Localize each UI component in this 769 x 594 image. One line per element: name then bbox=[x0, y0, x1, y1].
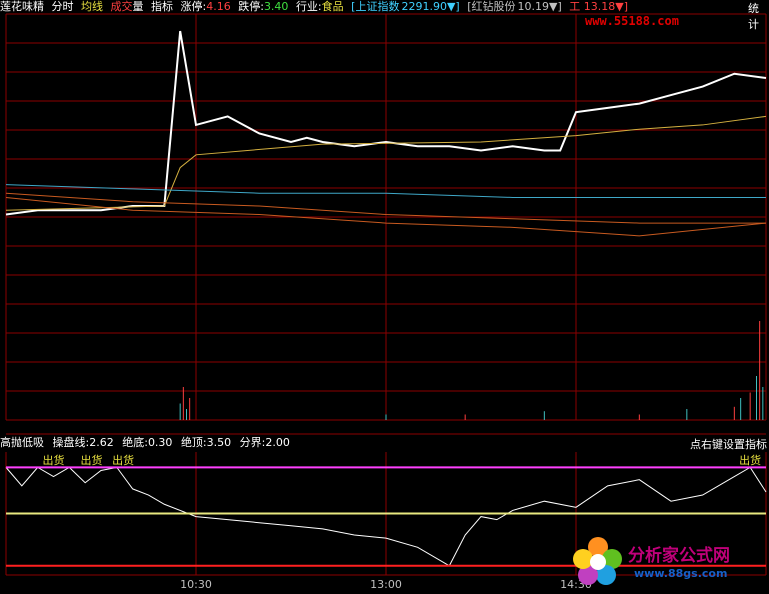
indicator-tab[interactable]: 指标 bbox=[151, 0, 173, 13]
limit-down-value: 3.40 bbox=[263, 0, 289, 13]
limit-up-value: 4.16 bbox=[206, 0, 231, 13]
volume-tab[interactable]: 成交量 bbox=[111, 0, 144, 13]
indicator-title[interactable]: 高抛低吸 bbox=[0, 436, 44, 449]
industry-label: 行业: bbox=[295, 0, 322, 13]
logo: 分析家公式网 www.88gs.com bbox=[568, 533, 769, 590]
chart-stage: 出货 出货 出货 出货 10:30 13:00 14:30 bbox=[0, 0, 769, 591]
limit-down-label: 跌停: bbox=[238, 0, 264, 13]
stats-button[interactable]: 统计 bbox=[748, 0, 769, 32]
limit-up-label: 涨停: bbox=[180, 0, 207, 13]
line4-value: 2.00 bbox=[265, 436, 290, 449]
industry-value[interactable]: 食品 bbox=[322, 0, 344, 13]
line1-value: 2.62 bbox=[89, 436, 114, 449]
line3-value: 3.50 bbox=[206, 436, 232, 449]
flower-icon bbox=[573, 537, 622, 585]
line3-label: 绝顶: bbox=[180, 436, 207, 449]
watermark-top: www.55188.com bbox=[585, 14, 679, 28]
right-click-tip: 点右键设置指标 bbox=[690, 438, 767, 451]
logo-url: www.88gs.com bbox=[634, 567, 728, 580]
avg-line-tab[interactable]: 均线 bbox=[81, 0, 103, 13]
indicator-header: 高抛低吸 操盘线:2.62 绝底:0.30 绝顶:3.50 分界:2.00 bbox=[0, 436, 769, 450]
volume-suffix: 量 bbox=[132, 0, 144, 13]
stock-name: 莲花味精 bbox=[0, 0, 44, 13]
peer-value: 10.19▼] bbox=[517, 0, 562, 13]
line4-label: 分界: bbox=[239, 436, 266, 449]
volume-prefix: 成交 bbox=[110, 0, 133, 13]
logo-text: 分析家公式网 bbox=[628, 546, 730, 566]
sell-annotation: 出货 bbox=[81, 453, 103, 467]
chart-svg: 出货 出货 出货 出货10:30 13:00 14:30 bbox=[5, 13, 767, 591]
peer-name[interactable]: [红钻股份 bbox=[467, 0, 515, 13]
time-label: 10:30 bbox=[180, 578, 212, 590]
peer2-value: 工 13.18▼] bbox=[569, 0, 628, 13]
sell-annotation: 出货 bbox=[43, 453, 65, 467]
line2-value: 0.30 bbox=[147, 436, 173, 449]
index-name[interactable]: [上证指数 bbox=[351, 0, 399, 13]
line2-label: 绝底: bbox=[122, 436, 148, 449]
time-label: 13:00 bbox=[370, 578, 402, 590]
mode-tab[interactable]: 分时 bbox=[52, 0, 74, 13]
sell-annotation: 出货 bbox=[739, 453, 761, 467]
header-bar: 莲花味精 分时 均线 成交量 指标 涨停:4.16 跌停:3.40 行业:食品 … bbox=[0, 0, 769, 14]
line1-label: 操盘线: bbox=[52, 436, 90, 449]
index-value: 2291.90▼] bbox=[401, 0, 460, 13]
sell-annotation: 出货 bbox=[112, 453, 134, 467]
